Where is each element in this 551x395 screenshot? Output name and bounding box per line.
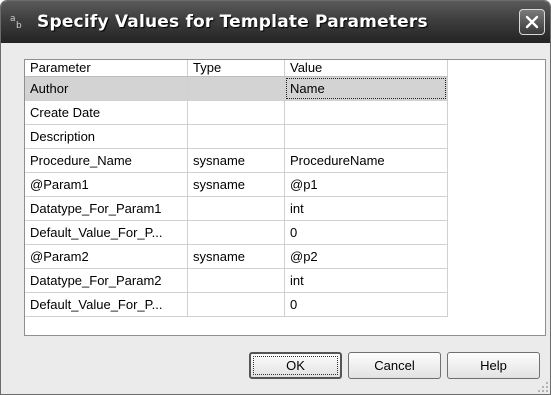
parameter-cell: Author [25, 77, 188, 101]
value-cell[interactable]: 0 [285, 293, 448, 317]
table-row[interactable]: Default_Value_For_P... 0 [25, 293, 448, 317]
parameter-cell: Datatype_For_Param2 [25, 269, 188, 293]
type-cell [188, 125, 285, 149]
ok-button[interactable]: OK [249, 352, 342, 379]
title-bar[interactable]: a b Specify Values for Template Paramete… [1, 1, 550, 43]
help-button[interactable]: Help [447, 352, 540, 379]
parameters-grid[interactable]: Parameter Type Value Author Name Create … [24, 59, 546, 336]
value-cell[interactable]: 0 [285, 221, 448, 245]
value-cell[interactable]: ProcedureName [285, 149, 448, 173]
parameter-cell: @Param1 [25, 173, 188, 197]
value-cell[interactable]: Name [285, 77, 448, 101]
type-cell [188, 101, 285, 125]
parameter-cell: Create Date [25, 101, 188, 125]
value-cell[interactable] [285, 101, 448, 125]
type-cell: sysname [188, 245, 285, 269]
window-title: Specify Values for Template Parameters [37, 12, 428, 32]
parameter-cell: Description [25, 125, 188, 149]
type-cell [188, 293, 285, 317]
focus-rect [253, 356, 338, 375]
table-row[interactable]: @Param2 sysname @p2 [25, 245, 448, 269]
parameter-cell: Default_Value_For_P... [25, 221, 188, 245]
value-cell[interactable]: int [285, 269, 448, 293]
type-cell [188, 221, 285, 245]
type-cell [188, 269, 285, 293]
parameter-cell: Procedure_Name [25, 149, 188, 173]
table-row[interactable]: Default_Value_For_P... 0 [25, 221, 448, 245]
parameter-cell: @Param2 [25, 245, 188, 269]
type-cell [188, 77, 285, 101]
close-button[interactable] [519, 9, 545, 35]
resize-grip-icon[interactable] [537, 381, 549, 393]
table-row[interactable]: Datatype_For_Param1 int [25, 197, 448, 221]
template-params-icon: a b [10, 14, 22, 31]
table-row[interactable]: Datatype_For_Param2 int [25, 269, 448, 293]
column-header-parameter[interactable]: Parameter [25, 60, 188, 77]
value-cell[interactable]: @p2 [285, 245, 448, 269]
table-row[interactable]: Create Date [25, 101, 448, 125]
table-row[interactable]: Author Name [25, 77, 448, 101]
template-parameters-dialog: a b Specify Values for Template Paramete… [0, 0, 551, 395]
value-cell[interactable]: @p1 [285, 173, 448, 197]
column-header-type[interactable]: Type [188, 60, 285, 77]
type-cell: sysname [188, 149, 285, 173]
close-icon [525, 15, 539, 29]
table-row[interactable]: Procedure_Name sysname ProcedureName [25, 149, 448, 173]
parameter-cell: Default_Value_For_P... [25, 293, 188, 317]
table-row[interactable]: Description [25, 125, 448, 149]
column-header-value[interactable]: Value [285, 60, 448, 77]
type-cell [188, 197, 285, 221]
cancel-button[interactable]: Cancel [348, 352, 441, 379]
type-cell: sysname [188, 173, 285, 197]
value-cell[interactable]: int [285, 197, 448, 221]
value-cell[interactable] [285, 125, 448, 149]
focus-rect [286, 78, 446, 99]
table-row[interactable]: @Param1 sysname @p1 [25, 173, 448, 197]
parameter-cell: Datatype_For_Param1 [25, 197, 188, 221]
